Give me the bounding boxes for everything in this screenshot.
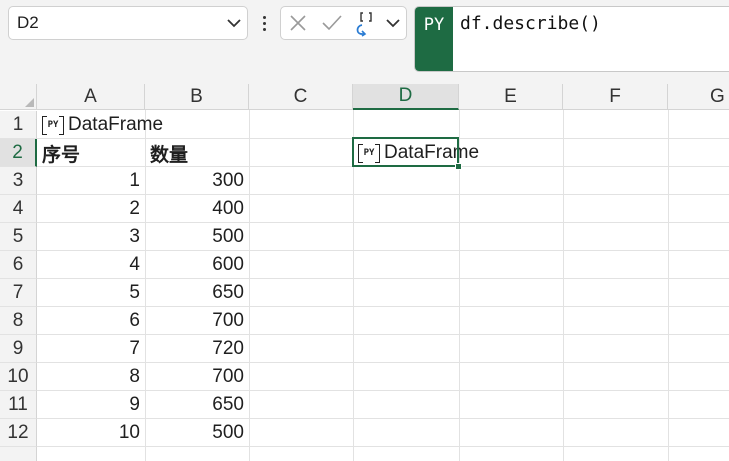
python-object-icon: PY (358, 143, 380, 163)
cell-a6[interactable]: 4 (37, 251, 145, 279)
cell-a8[interactable]: 6 (37, 307, 145, 335)
cell-a4[interactable]: 2 (37, 195, 145, 223)
row-header-3[interactable]: 3 (0, 167, 37, 195)
gridline (563, 110, 564, 461)
more-options-icon[interactable] (257, 10, 271, 36)
cell-b11[interactable]: 650 (145, 391, 249, 419)
column-header-c[interactable]: C (249, 84, 353, 110)
chevron-down-icon[interactable] (227, 18, 241, 28)
formula-input[interactable]: PY df.describe() (414, 6, 729, 72)
cell-b8[interactable]: 700 (145, 307, 249, 335)
cell-a12[interactable]: 10 (37, 419, 145, 447)
row-header-4[interactable]: 4 (0, 195, 37, 223)
cell-b5[interactable]: 500 (145, 223, 249, 251)
python-object-icon: PY (42, 115, 64, 135)
cell-b3[interactable]: 300 (145, 167, 249, 195)
row-header-10[interactable]: 10 (0, 363, 37, 391)
cell-a5[interactable]: 3 (37, 223, 145, 251)
cell-a11[interactable]: 9 (37, 391, 145, 419)
cell-b7[interactable]: 650 (145, 279, 249, 307)
cell-a9[interactable]: 7 (37, 335, 145, 363)
row-header-2[interactable]: 2 (0, 139, 37, 167)
cell-b6[interactable]: 600 (145, 251, 249, 279)
column-header-e[interactable]: E (459, 84, 563, 110)
cell-d2-text: DataFrame (384, 142, 480, 163)
formula-actions (280, 6, 407, 40)
row-header-1[interactable]: 1 (0, 111, 37, 139)
cell-d2[interactable]: PY DataFrame (353, 139, 513, 167)
fill-handle[interactable] (455, 163, 462, 170)
row-header-11[interactable]: 11 (0, 391, 37, 419)
cell-a1[interactable]: PY DataFrame (37, 111, 249, 139)
check-icon[interactable] (315, 7, 349, 39)
gridline (668, 110, 669, 461)
python-badge: PY (415, 7, 453, 71)
row-header-6[interactable]: 6 (0, 251, 37, 279)
python-output-type-icon[interactable] (349, 7, 383, 39)
row-header-7[interactable]: 7 (0, 279, 37, 307)
row-header-5[interactable]: 5 (0, 223, 37, 251)
cell-b12[interactable]: 500 (145, 419, 249, 447)
cell-a10[interactable]: 8 (37, 363, 145, 391)
formula-bar: D2 PY df.describe() (0, 0, 729, 84)
cancel-x-icon[interactable] (281, 7, 315, 39)
cell-b9[interactable]: 720 (145, 335, 249, 363)
chevron-down-icon[interactable] (383, 7, 403, 39)
cell-b10[interactable]: 700 (145, 363, 249, 391)
cell-b4[interactable]: 400 (145, 195, 249, 223)
column-header-f[interactable]: F (563, 84, 668, 110)
row-header-13[interactable] (0, 447, 37, 461)
cell-b2[interactable]: 数量 (145, 139, 249, 167)
select-all-corner[interactable] (0, 84, 37, 110)
cell-a2[interactable]: 序号 (37, 139, 145, 167)
row-header-12[interactable]: 12 (0, 419, 37, 447)
row-header-8[interactable]: 8 (0, 307, 37, 335)
formula-text[interactable]: df.describe() (460, 13, 601, 34)
name-box-value: D2 (17, 13, 39, 32)
cell-a7[interactable]: 5 (37, 279, 145, 307)
spreadsheet-grid[interactable]: A B C D E F G 1 2 3 4 5 6 7 8 9 10 11 12… (0, 84, 729, 461)
column-header-b[interactable]: B (145, 84, 249, 110)
column-header-d[interactable]: D (353, 84, 459, 110)
row-header-9[interactable]: 9 (0, 335, 37, 363)
cell-a3[interactable]: 1 (37, 167, 145, 195)
gridline (249, 110, 250, 461)
column-header-g[interactable]: G (668, 84, 729, 110)
column-header-a[interactable]: A (37, 84, 145, 110)
cell-a1-text: DataFrame (68, 114, 164, 135)
name-box[interactable]: D2 (8, 6, 248, 40)
